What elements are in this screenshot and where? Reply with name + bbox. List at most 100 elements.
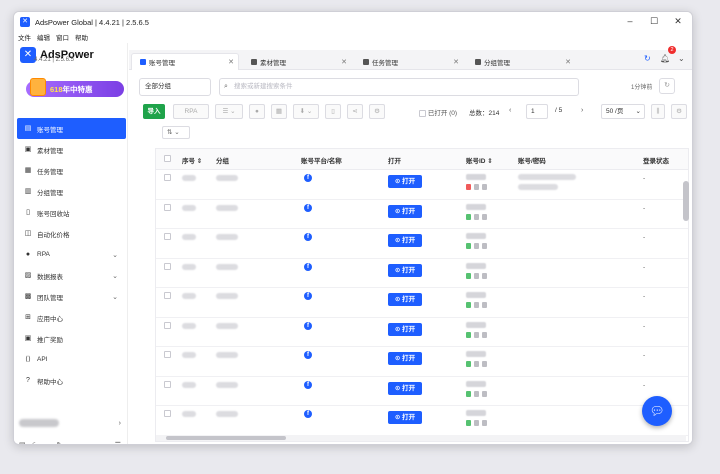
sidebar-item-groups[interactable]: ▥ 分组管理 bbox=[17, 181, 126, 202]
search-input[interactable]: ⌕ 搜索或新建搜索条件 bbox=[219, 78, 579, 96]
stop-button[interactable]: ● bbox=[249, 104, 265, 119]
open-browser-button[interactable]: ⊙ 打开 bbox=[388, 411, 422, 424]
open-browser-button[interactable]: ⊙ 打开 bbox=[388, 352, 422, 365]
grid-button[interactable]: ▦ bbox=[271, 104, 287, 119]
column-settings-button[interactable]: ⫼ bbox=[651, 104, 665, 119]
row-account-id bbox=[466, 262, 486, 269]
open-browser-button[interactable]: ⊙ 打开 bbox=[388, 381, 422, 395]
open-browser-button[interactable]: ⊙ 打开 bbox=[388, 322, 422, 336]
import-button[interactable]: 导入 bbox=[143, 104, 165, 119]
sidebar-item-tasks[interactable]: ▦ 任务管理 bbox=[17, 160, 126, 181]
table-row[interactable]: f⊙ 打开- bbox=[156, 288, 688, 318]
select-all-checkbox[interactable] bbox=[164, 155, 171, 162]
maximize-button[interactable]: ☐ bbox=[646, 14, 662, 28]
close-icon[interactable]: ✕ bbox=[341, 58, 347, 66]
refresh-icon[interactable]: ↻ bbox=[644, 54, 651, 63]
main-content: 全部分组 ⌕ 搜索或新建搜索条件 1分钟前 ↻ 导入 RPA ☰ ⌄ ● ▦ ⬇… bbox=[129, 71, 692, 444]
opened-filter[interactable]: 已打开 (0) bbox=[419, 107, 457, 117]
monitor-icon[interactable]: ▭ bbox=[44, 441, 51, 444]
row-checkbox[interactable] bbox=[164, 233, 171, 240]
promo-banner[interactable]: 618年中特惠 bbox=[26, 78, 124, 97]
table-row[interactable]: f⊙ 打开- bbox=[156, 229, 688, 259]
open-browser-button[interactable]: ⊙ 打开 bbox=[388, 263, 422, 277]
row-checkbox[interactable] bbox=[164, 262, 171, 270]
sidebar-item-api[interactable]: ⟨⟩ API bbox=[17, 349, 126, 370]
minimize-button[interactable]: – bbox=[622, 14, 638, 28]
vertical-scrollbar[interactable] bbox=[683, 181, 689, 221]
rpa-button[interactable]: RPA bbox=[173, 104, 209, 119]
sidebar-item-recycle[interactable]: ▯ 账号回收站 bbox=[17, 202, 126, 223]
moon-icon[interactable]: ☾ bbox=[32, 441, 38, 444]
close-icon[interactable]: ✕ bbox=[565, 58, 571, 66]
share-button[interactable]: ⋖ bbox=[347, 104, 363, 119]
download-button[interactable]: ⬇ ⌄ bbox=[293, 104, 319, 119]
pen-icon[interactable]: ✎ bbox=[57, 441, 63, 444]
open-browser-button[interactable]: ⊙ 打开 bbox=[388, 175, 422, 188]
close-window-button[interactable]: ✕ bbox=[670, 14, 686, 28]
row-checkbox[interactable] bbox=[164, 174, 171, 181]
next-page-icon[interactable]: › bbox=[581, 107, 583, 114]
row-checkbox[interactable] bbox=[164, 351, 171, 358]
table-row[interactable]: f⊙ 打开- bbox=[156, 259, 688, 288]
chevron-down-icon: ⌄ bbox=[112, 272, 118, 280]
menu-help[interactable]: 帮助 bbox=[75, 32, 88, 43]
menu-collapse-icon[interactable]: ☰ bbox=[115, 441, 121, 444]
open-browser-button[interactable]: ⊙ 打开 bbox=[388, 293, 422, 306]
bell-icon[interactable]: 🔔︎ bbox=[660, 54, 670, 63]
tab-tasks[interactable]: 任务管理 ✕ bbox=[355, 53, 463, 70]
tab-icon bbox=[140, 59, 146, 65]
menu-bar: 文件 编辑 窗口 帮助 bbox=[14, 32, 94, 43]
menu-edit[interactable]: 编辑 bbox=[37, 32, 50, 43]
header-seq[interactable]: 序号 ⇕ bbox=[182, 155, 202, 165]
gear-button[interactable]: ⚙ bbox=[671, 104, 687, 119]
tab-materials[interactable]: 素材管理 ✕ bbox=[243, 53, 351, 70]
close-icon[interactable]: ✕ bbox=[453, 58, 459, 66]
scroll-thumb[interactable] bbox=[166, 436, 286, 440]
sidebar-item-help[interactable]: ? 帮助中心 bbox=[17, 370, 126, 391]
header-platform: 账号平台/名称 bbox=[301, 158, 342, 165]
sidebar-item-apps[interactable]: ⊞ 应用中心 bbox=[17, 307, 126, 328]
table-row[interactable]: f⊙ 打开- bbox=[156, 170, 688, 200]
sidebar-item-materials[interactable]: ▣ 素材管理 bbox=[17, 139, 126, 160]
close-icon[interactable]: ✕ bbox=[228, 58, 234, 66]
table-row[interactable]: f⊙ 打开- bbox=[156, 318, 688, 347]
open-browser-button[interactable]: ⊙ 打开 bbox=[388, 234, 422, 247]
header-account-id[interactable]: 账号ID ⇕ bbox=[466, 155, 493, 165]
settings-button[interactable]: ⚙ bbox=[369, 104, 385, 119]
row-checkbox[interactable] bbox=[164, 203, 171, 211]
status-tag-icon bbox=[482, 213, 487, 220]
list-menu-button[interactable]: ☰ ⌄ bbox=[215, 104, 243, 119]
sidebar-item-rpa[interactable]: ● RPA ⌄ bbox=[17, 244, 126, 265]
refresh-button[interactable]: ↻ bbox=[659, 78, 675, 94]
delete-button[interactable]: ▯ bbox=[325, 104, 341, 119]
opened-checkbox[interactable] bbox=[419, 109, 426, 117]
table-row[interactable]: f⊙ 打开- bbox=[156, 200, 688, 229]
sidebar-item-accounts[interactable]: ▤ 账号管理 bbox=[17, 118, 126, 139]
group-select[interactable]: 全部分组 bbox=[139, 78, 211, 96]
per-page-select[interactable]: 50 /页 ⌄ bbox=[601, 104, 645, 119]
sidebar-item-rewards[interactable]: ▣ 推广奖励 bbox=[17, 328, 126, 349]
menu-file[interactable]: 文件 bbox=[18, 32, 31, 43]
sidebar-item-pricing[interactable]: ◫ 自动化价格 bbox=[17, 223, 126, 244]
open-browser-button[interactable]: ⊙ 打开 bbox=[388, 204, 422, 218]
horizontal-scrollbar[interactable] bbox=[156, 435, 686, 441]
table-row[interactable]: f⊙ 打开- bbox=[156, 377, 688, 406]
menu-window[interactable]: 窗口 bbox=[56, 32, 69, 43]
row-checkbox[interactable] bbox=[164, 410, 171, 417]
chevron-down-icon[interactable]: ⌄ bbox=[678, 54, 685, 63]
sidebar-item-reports[interactable]: ▨ 数据报表 ⌄ bbox=[17, 265, 126, 286]
table-row[interactable]: f⊙ 打开- bbox=[156, 406, 688, 436]
sort-button[interactable]: ⇅ ⌄ bbox=[162, 126, 190, 139]
tab-groups[interactable]: 分组管理 ✕ bbox=[467, 53, 575, 70]
sidebar-item-team[interactable]: ▩ 团队管理 ⌄ bbox=[17, 286, 126, 307]
document-icon[interactable]: ▤ bbox=[19, 441, 26, 444]
chat-support-button[interactable]: 💬︎ bbox=[642, 396, 672, 426]
row-checkbox[interactable] bbox=[164, 292, 171, 299]
row-checkbox[interactable] bbox=[164, 380, 171, 388]
table-row[interactable]: f⊙ 打开- bbox=[156, 347, 688, 377]
user-account[interactable]: › bbox=[19, 417, 123, 429]
page-input[interactable]: 1 bbox=[526, 104, 548, 119]
row-checkbox[interactable] bbox=[164, 321, 171, 329]
tab-accounts[interactable]: 账号管理 ✕ bbox=[131, 53, 239, 70]
prev-page-icon[interactable]: ‹ bbox=[509, 107, 511, 114]
